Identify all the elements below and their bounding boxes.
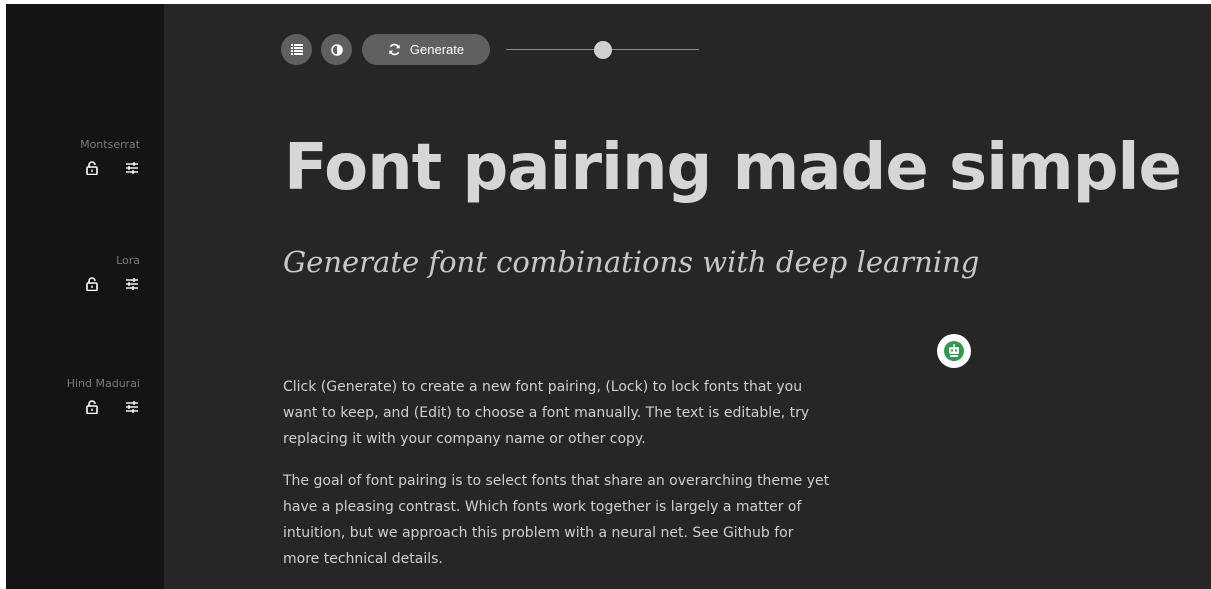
app-window: Montserrat Lora Hind Madurai Generate Fo… bbox=[6, 4, 1211, 589]
main-content: Generate Font pairing made simple Genera… bbox=[164, 4, 1211, 589]
generate-button[interactable]: Generate bbox=[362, 34, 490, 65]
unlock-icon bbox=[86, 400, 98, 414]
grammar-assistant-badge[interactable] bbox=[937, 334, 971, 368]
edit-font-button[interactable] bbox=[124, 399, 140, 415]
robot-icon bbox=[944, 341, 964, 361]
font-name: Lora bbox=[116, 254, 140, 267]
contrast-icon bbox=[330, 43, 343, 56]
body-paragraph[interactable]: The goal of font pairing is to select fo… bbox=[283, 468, 833, 572]
edit-font-button[interactable] bbox=[124, 160, 140, 176]
lock-button[interactable] bbox=[84, 160, 100, 176]
unlock-icon bbox=[86, 277, 98, 291]
font-controls bbox=[30, 160, 140, 176]
creativity-slider[interactable] bbox=[506, 40, 699, 60]
unlock-icon bbox=[86, 161, 98, 175]
toolbar: Generate bbox=[281, 34, 699, 65]
lock-button[interactable] bbox=[84, 399, 100, 415]
font-name: Hind Madurai bbox=[66, 377, 140, 390]
body-text-area: Click (Generate) to create a new font pa… bbox=[283, 374, 833, 588]
sliders-icon bbox=[126, 162, 138, 174]
font-slot-heading: Montserrat bbox=[30, 138, 140, 176]
headline-text[interactable]: Font pairing made simple bbox=[284, 130, 1182, 207]
body-paragraph[interactable]: Click (Generate) to create a new font pa… bbox=[283, 374, 833, 452]
sliders-icon bbox=[126, 278, 138, 290]
font-controls bbox=[30, 276, 140, 292]
font-slot-body: Hind Madurai bbox=[30, 377, 140, 415]
edit-font-button[interactable] bbox=[124, 276, 140, 292]
slider-thumb[interactable] bbox=[593, 40, 612, 59]
font-controls bbox=[30, 399, 140, 415]
contrast-toggle-button[interactable] bbox=[321, 34, 352, 65]
sliders-icon bbox=[126, 401, 138, 413]
list-icon bbox=[290, 44, 303, 55]
font-name: Montserrat bbox=[80, 138, 140, 151]
list-view-button[interactable] bbox=[281, 34, 312, 65]
refresh-icon bbox=[389, 43, 400, 56]
font-slot-subheading: Lora bbox=[30, 254, 140, 292]
lock-button[interactable] bbox=[84, 276, 100, 292]
generate-label: Generate bbox=[409, 42, 465, 57]
subheadline-text[interactable]: Generate font combinations with deep lea… bbox=[283, 245, 979, 280]
sidebar: Montserrat Lora Hind Madurai bbox=[6, 4, 164, 589]
